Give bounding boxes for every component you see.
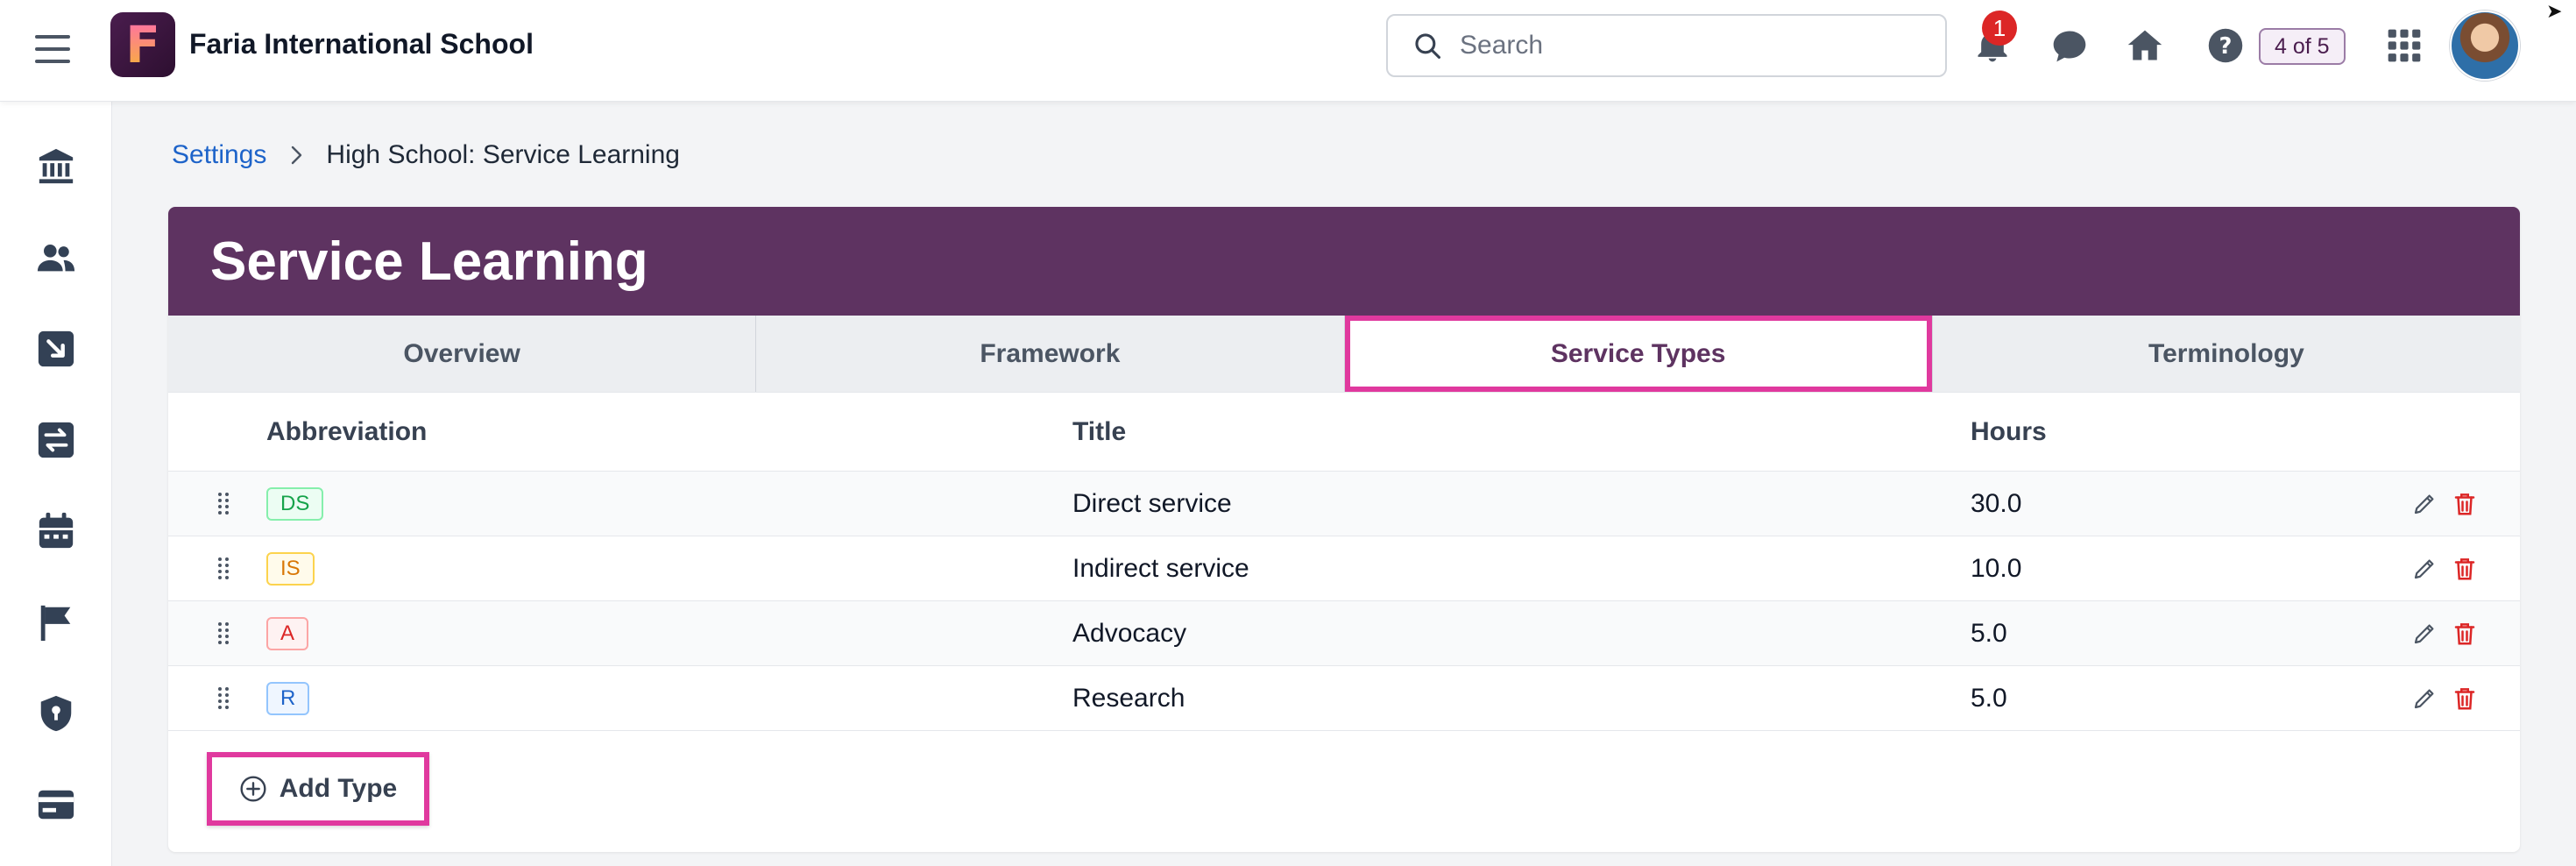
sidebar-item-school[interactable] [33, 144, 79, 189]
service-type-title: Research [1072, 683, 1185, 713]
search-input[interactable] [1460, 31, 1933, 60]
service-learning-card: Service Learning Overview Framework Serv… [168, 207, 2520, 852]
search-box[interactable] [1386, 14, 1947, 77]
column-header-title: Title [1072, 416, 1127, 446]
table-row: IS Indirect service 10.0 [168, 536, 2520, 601]
svg-text:?: ? [2219, 33, 2233, 60]
flag-icon [40, 605, 71, 642]
pencil-icon [2414, 624, 2434, 643]
tab-framework[interactable]: Framework [756, 316, 1345, 392]
table-row: A Advocacy 5.0 [168, 601, 2520, 666]
breadcrumb-current: High School: Service Learning [326, 140, 680, 169]
abbreviation-badge: A [266, 616, 309, 650]
row-actions [2411, 491, 2478, 517]
calendar-icon [39, 512, 74, 549]
breadcrumb: Settings High School: Service Learning [172, 140, 680, 170]
sidebar-item-security[interactable] [33, 691, 79, 736]
search-icon [1415, 33, 1441, 60]
delete-button[interactable] [2452, 685, 2478, 712]
tab-terminology[interactable]: Terminology [1933, 316, 2520, 392]
tab-service-types[interactable]: Service Types [1344, 316, 1933, 392]
row-actions [2411, 556, 2478, 582]
user-avatar[interactable] [2450, 11, 2520, 81]
shield-icon [40, 695, 72, 732]
column-header-abbreviation: Abbreviation [266, 416, 428, 446]
school-name[interactable]: Faria International School [189, 28, 534, 60]
tab-overview[interactable]: Overview [168, 316, 757, 392]
import-icon [38, 330, 74, 367]
edit-button[interactable] [2411, 491, 2438, 517]
add-type-label: Add Type [279, 774, 398, 803]
row-actions [2411, 621, 2478, 647]
people-icon [37, 245, 75, 272]
apps-grid-icon [2388, 29, 2421, 62]
menu-icon[interactable] [33, 30, 72, 68]
service-types-table: Abbreviation Title Hours DS Direct servi… [168, 393, 2520, 731]
add-type-button[interactable]: Add Type [207, 752, 429, 826]
abbreviation-badge: DS [266, 486, 324, 521]
trash-icon [2454, 493, 2475, 515]
help-button[interactable]: ? [2204, 25, 2247, 67]
home-button[interactable] [2124, 25, 2166, 67]
delete-button[interactable] [2452, 556, 2478, 582]
trash-icon [2454, 557, 2475, 579]
sidebar-item-goals[interactable] [33, 600, 79, 645]
pencil-icon [2414, 494, 2434, 514]
chat-icon [2053, 31, 2086, 62]
table-row: DS Direct service 30.0 [168, 472, 2520, 536]
column-header-hours: Hours [1971, 416, 2047, 446]
sidebar-item-people[interactable] [33, 235, 79, 280]
sidebar-item-import[interactable] [33, 326, 79, 372]
drag-handle-icon[interactable] [216, 685, 231, 712]
sidebar-item-billing[interactable] [33, 782, 79, 827]
edit-button[interactable] [2411, 556, 2438, 582]
top-bar: F Faria International School 1 ? 4 of 5 … [0, 0, 2576, 102]
logo-letter: F [125, 15, 160, 75]
table-body: DS Direct service 30.0 IS Indirect servi… [168, 472, 2520, 731]
trash-icon [2454, 622, 2475, 644]
sidebar [0, 102, 112, 866]
apps-button[interactable] [2383, 25, 2425, 67]
page-title: Service Learning [210, 231, 648, 292]
table-header: Abbreviation Title Hours [168, 393, 2520, 472]
delete-button[interactable] [2452, 491, 2478, 517]
messages-button[interactable] [2049, 25, 2091, 67]
school-logo[interactable]: F [110, 12, 175, 77]
breadcrumb-settings-link[interactable]: Settings [172, 140, 266, 170]
home-icon [2127, 30, 2162, 60]
service-type-hours: 5.0 [1971, 683, 2007, 713]
pencil-icon [2414, 689, 2434, 708]
service-type-hours: 10.0 [1971, 553, 2022, 583]
bank-icon [39, 148, 74, 184]
service-type-title: Indirect service [1072, 553, 1249, 583]
mouse-cursor-icon: ➤ [2546, 0, 2563, 22]
service-type-title: Advocacy [1072, 618, 1187, 648]
chevron-right-icon [292, 146, 302, 165]
edit-button[interactable] [2411, 685, 2438, 712]
abbreviation-badge: IS [266, 551, 315, 586]
delete-button[interactable] [2452, 621, 2478, 647]
drag-handle-icon[interactable] [216, 621, 231, 647]
sidebar-item-transfer[interactable] [33, 417, 79, 463]
table-row: R Research 5.0 [168, 666, 2520, 731]
row-actions [2411, 685, 2478, 712]
card-header: Service Learning [168, 207, 2520, 316]
pencil-icon [2414, 559, 2434, 579]
plus-circle-icon [240, 776, 266, 802]
edit-button[interactable] [2411, 621, 2438, 647]
help-icon: ? [2208, 28, 2243, 63]
service-type-hours: 30.0 [1971, 488, 2022, 518]
tab-bar: Overview Framework Service Types Termino… [168, 316, 2520, 393]
trash-icon [2454, 687, 2475, 709]
service-type-hours: 5.0 [1971, 618, 2007, 648]
service-type-title: Direct service [1072, 488, 1232, 518]
page-indicator[interactable]: 4 of 5 [2259, 28, 2346, 65]
transfer-icon [38, 422, 74, 458]
card-icon [38, 790, 74, 820]
drag-handle-icon[interactable] [216, 491, 231, 517]
notification-count-badge: 1 [1982, 11, 2017, 46]
abbreviation-badge: R [266, 681, 310, 715]
drag-handle-icon[interactable] [216, 556, 231, 582]
sidebar-item-calendar[interactable] [33, 508, 79, 554]
